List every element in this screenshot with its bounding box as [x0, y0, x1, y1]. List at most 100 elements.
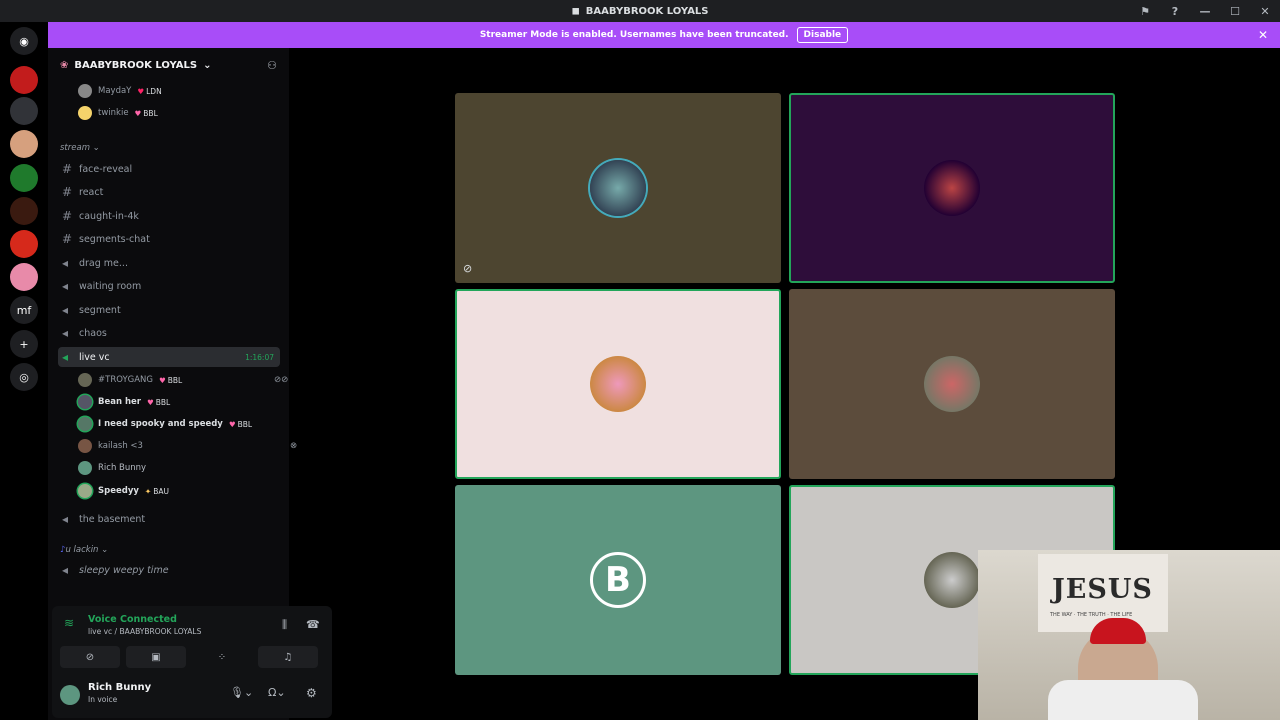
- server-icon[interactable]: [10, 230, 38, 258]
- participant-tile[interactable]: ⊘: [455, 93, 781, 283]
- avatar: [924, 356, 980, 412]
- chevron-down-icon: ⌄: [203, 59, 212, 71]
- hash-icon: #: [62, 232, 73, 246]
- camera-off-icon: ⊘: [463, 262, 473, 275]
- guild-header[interactable]: ❀ BAABYBROOK LOYALS ⌄ ⚇: [48, 48, 289, 82]
- avatar: [78, 417, 92, 431]
- explore-icon[interactable]: ◎: [10, 363, 38, 391]
- minimize-button[interactable]: —: [1190, 0, 1220, 22]
- avatar: [78, 461, 92, 475]
- avatar: [78, 395, 92, 409]
- activities-button[interactable]: ⁘: [192, 646, 252, 668]
- screen-share-button[interactable]: ▣: [126, 646, 186, 668]
- user-name[interactable]: Rich Bunny: [88, 682, 151, 693]
- avatar: [78, 84, 92, 98]
- category-u-lackin[interactable]: ♪u lackin ⌄: [60, 545, 108, 555]
- server-icon[interactable]: [10, 164, 38, 192]
- guild-badge-icon: ❀: [60, 59, 69, 71]
- heart-icon: ♥: [147, 397, 154, 407]
- avatar: [78, 484, 92, 498]
- speaker-icon: ◂: [62, 512, 69, 526]
- channel-live-vc[interactable]: ◂ live vc 1:16:07: [58, 347, 280, 367]
- headphones-icon[interactable]: Ω⌄: [268, 686, 286, 699]
- invite-icon[interactable]: ⚇: [267, 59, 277, 72]
- microphone-icon[interactable]: 🎙︎⌄: [230, 686, 253, 699]
- speaker-icon: ◂: [62, 303, 69, 317]
- server-icon[interactable]: [10, 66, 38, 94]
- channel-segment[interactable]: ◂ segment: [58, 300, 280, 320]
- hash-icon: #: [62, 185, 73, 199]
- channel-react[interactable]: # react: [58, 182, 280, 202]
- channel-waiting-room[interactable]: ◂ waiting room: [58, 276, 280, 296]
- voice-panel: ≋ Voice Connected live vc / BAABYBROOK L…: [52, 606, 332, 718]
- signal-icon: ≋: [64, 616, 75, 630]
- speaker-icon: ◂: [62, 350, 69, 364]
- streamer-mode-banner: Streamer Mode is enabled. Usernames have…: [48, 22, 1280, 48]
- muted-icon: ⊘⊘: [274, 375, 289, 385]
- server-icon[interactable]: mf: [10, 296, 38, 324]
- server-icon[interactable]: [10, 197, 38, 225]
- channel-drag-me[interactable]: ◂ drag me...: [58, 253, 280, 273]
- server-icon[interactable]: [10, 130, 38, 158]
- disconnect-icon[interactable]: ☎: [306, 618, 320, 631]
- disable-streamer-mode-button[interactable]: Disable: [796, 27, 849, 43]
- list-item[interactable]: #TROYGANG ♥ BBL ⊘⊘: [78, 373, 288, 387]
- maximize-button[interactable]: ☐: [1220, 0, 1250, 22]
- soundboard-button[interactable]: ♫: [258, 646, 318, 668]
- avatar: B: [590, 552, 646, 608]
- sign-text: JESUS: [1052, 574, 1153, 605]
- speaker-icon: ◂: [62, 563, 69, 577]
- channel-sidebar: ❀ BAABYBROOK LOYALS ⌄ ⚇ MaydaY ♥ LDN twin…: [48, 48, 332, 720]
- channel-face-reveal[interactable]: # face-reveal: [58, 159, 280, 179]
- heart-icon: ♥: [228, 419, 236, 429]
- channel-chaos[interactable]: ◂ chaos: [58, 323, 280, 343]
- user-status: In voice: [88, 695, 118, 704]
- heart-icon: ♥: [158, 375, 166, 385]
- hash-icon: #: [62, 162, 73, 176]
- server-icon[interactable]: [10, 97, 38, 125]
- server-icon[interactable]: [10, 263, 38, 291]
- list-item[interactable]: kailash <3 ⊗: [78, 439, 297, 453]
- help-icon[interactable]: ?: [1160, 0, 1190, 22]
- channel-the-basement[interactable]: ◂ the basement: [58, 509, 280, 529]
- window-title: ◼ BAABYBROOK LOYALS: [571, 5, 709, 17]
- avatar: [78, 106, 92, 120]
- list-item[interactable]: twinkie ♥ BBL: [78, 106, 158, 120]
- channel-segments-chat[interactable]: # segments-chat: [58, 229, 280, 249]
- channel-sleepy-weepy-time[interactable]: ◂ sleepy weepy time: [58, 560, 280, 580]
- add-server-icon[interactable]: +: [10, 330, 38, 358]
- heart-icon: ♥: [134, 108, 142, 118]
- avatar[interactable]: [60, 685, 80, 705]
- participant-tile[interactable]: B: [455, 485, 781, 675]
- server-rail: ◉ mf + ◎: [0, 22, 48, 720]
- gear-icon[interactable]: ⚙: [306, 686, 317, 700]
- list-item[interactable]: MaydaY ♥ LDN: [78, 84, 162, 98]
- inbox-icon[interactable]: ⚑: [1130, 0, 1160, 22]
- list-item[interactable]: Rich Bunny: [78, 461, 146, 475]
- camera-button[interactable]: ⊘: [60, 646, 120, 668]
- list-item[interactable]: Speedyy ✦ BAU: [78, 484, 169, 498]
- close-window-button[interactable]: ✕: [1250, 0, 1280, 22]
- avatar: [78, 439, 92, 453]
- voice-status[interactable]: Voice Connected: [88, 614, 177, 625]
- voice-location[interactable]: live vc / BAABYBROOK LOYALS: [88, 627, 201, 636]
- avatar: [590, 356, 646, 412]
- participant-tile[interactable]: [455, 289, 781, 479]
- home-icon[interactable]: ◉: [10, 27, 38, 55]
- avatar: [924, 552, 980, 608]
- sparkle-icon: ✦: [144, 486, 152, 496]
- xbox-icon: ⊗: [290, 441, 298, 451]
- noise-suppression-icon[interactable]: ⫼: [282, 618, 287, 632]
- close-banner-icon[interactable]: ✕: [1258, 28, 1268, 42]
- channel-caught-in-4k[interactable]: # caught-in-4k: [58, 206, 280, 226]
- webcam-overlay: JESUS THE WAY · THE TRUTH · THE LIFE: [978, 550, 1280, 720]
- list-item[interactable]: I need spooky and speedy ♥ BBL: [78, 417, 252, 431]
- participant-tile[interactable]: [789, 289, 1115, 479]
- avatar: [78, 373, 92, 387]
- discord-logo-icon: ◼: [571, 5, 580, 17]
- participant-tile[interactable]: [789, 93, 1115, 283]
- avatar: [590, 160, 646, 216]
- list-item[interactable]: Bean her ♥ BBL: [78, 395, 170, 409]
- category-stream[interactable]: stream ⌄: [60, 143, 100, 153]
- speaker-icon: ◂: [62, 326, 69, 340]
